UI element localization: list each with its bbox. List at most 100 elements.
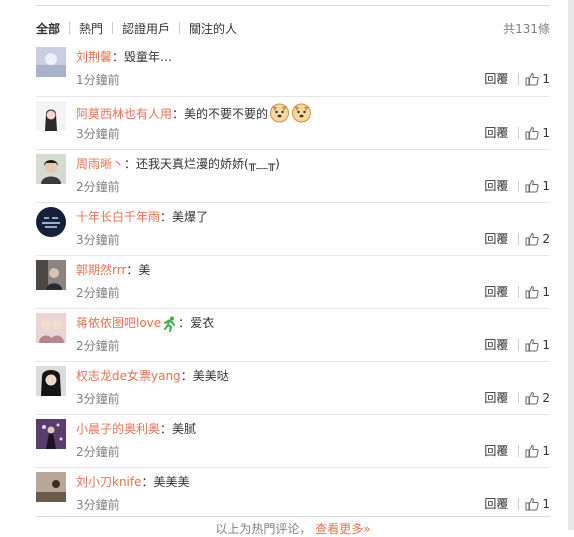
username-link[interactable]: 蒋依依图吧love — [76, 316, 161, 330]
avatar[interactable] — [36, 154, 66, 184]
scrollbar-track[interactable] — [568, 0, 574, 530]
username-link[interactable]: 刘荆馨 — [76, 50, 112, 64]
view-more-link[interactable]: 查看更多» — [315, 522, 370, 536]
like-button[interactable]: 1 — [525, 338, 550, 352]
like-button[interactable]: 1 — [525, 72, 550, 86]
username-link[interactable]: 郭期然rrr — [76, 263, 126, 277]
comment-text: 美美哒 — [192, 369, 229, 383]
avatar[interactable] — [36, 313, 66, 343]
comment-line: 小晨子的奥利奥：美腻 — [76, 420, 196, 437]
username-link[interactable]: 阿莫西林也有人用 — [76, 107, 172, 121]
avatar[interactable] — [36, 101, 66, 131]
tab-verified-users[interactable]: 認證用戶 — [122, 20, 170, 37]
avatar[interactable] — [36, 260, 66, 290]
separator-colon: ： — [160, 210, 173, 224]
reply-button[interactable]: 回覆 — [484, 283, 508, 300]
thumbs-up-icon — [525, 497, 540, 510]
doge-emoji-icon — [292, 103, 312, 123]
like-count: 1 — [542, 284, 550, 299]
thumbs-up-icon — [525, 232, 540, 245]
separator-colon: ： — [126, 263, 139, 277]
username-link[interactable]: 小晨子的奥利奥 — [76, 422, 160, 436]
comment-item: 蒋依依图吧love ：爱衣 2分鐘前 回覆 1 — [36, 308, 550, 361]
top-divider — [36, 5, 550, 6]
thumbs-up-icon — [525, 285, 540, 298]
action-divider — [518, 126, 520, 139]
reply-button[interactable]: 回覆 — [484, 442, 508, 459]
action-divider — [518, 497, 520, 510]
comment-item: 阿莫西林也有人用：美的不要不要的 3分鐘前 回覆 1 — [36, 96, 550, 149]
separator-colon: ： — [178, 316, 191, 330]
comment-text: 美爆了 — [172, 210, 209, 224]
comment-time: 3分鐘前 — [76, 392, 120, 406]
comment-time: 1分鐘前 — [76, 73, 120, 87]
action-divider — [518, 444, 520, 457]
separator-colon: ： — [112, 50, 125, 64]
like-button[interactable]: 1 — [525, 497, 550, 511]
avatar[interactable] — [36, 472, 66, 502]
tab-all[interactable]: 全部 — [36, 20, 60, 37]
comment-text: 美美美 — [153, 475, 190, 489]
reply-button[interactable]: 回覆 — [484, 230, 508, 247]
reply-button[interactable]: 回覆 — [484, 495, 508, 512]
comment-time: 2分鐘前 — [76, 180, 120, 194]
thumbs-up-icon — [525, 391, 540, 404]
separator-colon: ： — [141, 475, 154, 489]
separator-colon: ： — [172, 107, 185, 121]
like-button[interactable]: 1 — [525, 444, 550, 458]
tab-following[interactable]: 關注的人 — [189, 20, 237, 37]
avatar[interactable] — [36, 419, 66, 449]
username-link[interactable]: 权志龙de女票yang — [76, 369, 181, 383]
like-button[interactable]: 1 — [525, 285, 550, 299]
action-divider — [518, 232, 520, 245]
comment-line: 刘小刀knife：美美美 — [76, 473, 190, 490]
reply-button[interactable]: 回覆 — [484, 70, 508, 87]
username-link[interactable]: 周雨晰丶 — [76, 157, 124, 171]
thumbs-up-icon — [525, 338, 540, 351]
avatar[interactable] — [36, 47, 66, 77]
comment-line: 十年长白千年雨：美爆了 — [76, 208, 208, 225]
comment-actions: 回覆 1 — [484, 177, 550, 194]
separator-colon: ： — [160, 422, 173, 436]
username-link[interactable]: 十年长白千年雨 — [76, 210, 160, 224]
comment-line: 权志龙de女票yang：美美哒 — [76, 367, 229, 384]
like-button[interactable]: 2 — [525, 391, 550, 405]
like-button[interactable]: 2 — [525, 232, 550, 246]
comment-actions: 回覆 1 — [484, 442, 550, 459]
reply-button[interactable]: 回覆 — [484, 336, 508, 353]
comment-item: 刘荆馨：毁童年… 1分鐘前 回覆 1 — [36, 43, 550, 96]
thumbs-up-icon — [525, 126, 540, 139]
reply-button[interactable]: 回覆 — [484, 177, 508, 194]
like-button[interactable]: 1 — [525, 126, 550, 140]
reply-button[interactable]: 回覆 — [484, 389, 508, 406]
like-button[interactable]: 1 — [525, 179, 550, 193]
reply-button[interactable]: 回覆 — [484, 124, 508, 141]
comment-filter-bar: 全部 熱門 認證用戶 關注的人 共131條 — [36, 18, 550, 38]
running-person-icon — [164, 316, 176, 332]
comment-actions: 回覆 2 — [484, 389, 550, 406]
action-divider — [518, 72, 520, 85]
username-link[interactable]: 刘小刀knife — [76, 475, 142, 489]
avatar[interactable] — [36, 207, 66, 237]
tab-divider — [112, 22, 114, 34]
comment-item: 周雨晰丶：还我天真烂漫的娇娇(╥﹏╥) 2分鐘前 回覆 1 — [36, 149, 550, 202]
separator-colon: ： — [124, 157, 137, 171]
avatar[interactable] — [36, 366, 66, 396]
thumbs-up-icon — [525, 72, 540, 85]
comment-text: 美腻 — [172, 422, 197, 436]
comment-time: 2分鐘前 — [76, 339, 120, 353]
comment-text: 爱衣 — [190, 316, 215, 330]
action-divider — [518, 179, 520, 192]
comment-actions: 回覆 1 — [484, 70, 550, 87]
action-divider — [518, 285, 520, 298]
comment-item: 小晨子的奥利奥：美腻 2分鐘前 回覆 1 — [36, 414, 550, 467]
comment-line: 阿莫西林也有人用：美的不要不要的 — [76, 102, 312, 123]
comment-text: 还我天真烂漫的娇娇(╥﹏╥) — [136, 157, 280, 171]
separator-colon: ： — [180, 369, 193, 383]
comment-time: 3分鐘前 — [76, 127, 120, 141]
comment-time: 3分鐘前 — [76, 233, 120, 247]
comment-text: 毁童年… — [124, 50, 173, 64]
tab-hot[interactable]: 熱門 — [79, 20, 103, 37]
comment-line: 刘荆馨：毁童年… — [76, 48, 172, 65]
action-divider — [518, 338, 520, 351]
